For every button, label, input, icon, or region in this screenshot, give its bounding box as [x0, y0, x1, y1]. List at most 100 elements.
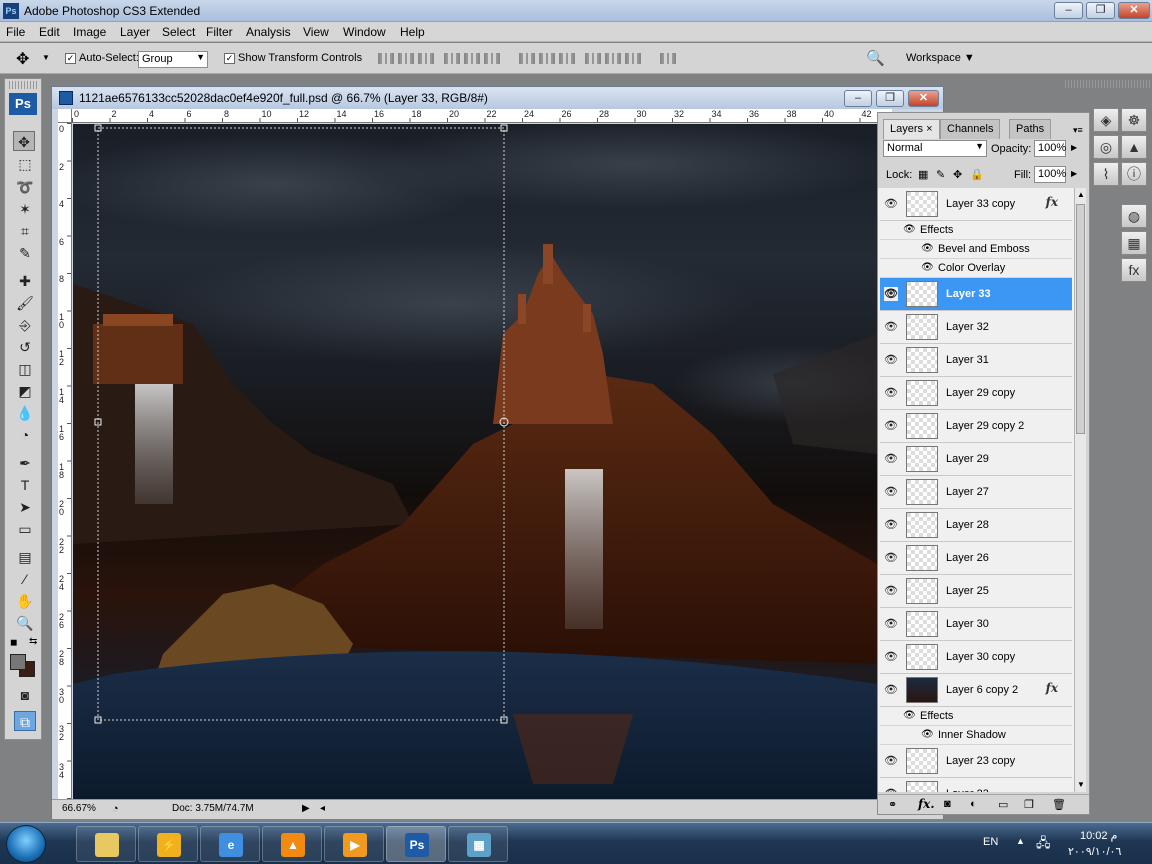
zoom-level[interactable]: 66.67%: [62, 803, 96, 814]
layer-row[interactable]: 👁 Layer 33 copy fx: [880, 188, 1072, 221]
dodge-tool[interactable]: ◔: [14, 425, 36, 445]
slice-tool[interactable]: ✎: [14, 243, 36, 263]
layers-dock-icon[interactable]: ◈: [1093, 108, 1119, 132]
ruler-origin[interactable]: [58, 109, 72, 123]
tool-preset-arrow-icon[interactable]: ▼: [42, 53, 50, 62]
layer-row[interactable]: 👁 Layer 23: [880, 778, 1072, 792]
panel-menu-icon[interactable]: ▾≡: [1073, 125, 1083, 136]
workspace-menu[interactable]: Workspace ▼: [906, 52, 975, 64]
align-top-icon[interactable]: [378, 53, 394, 64]
magic-wand-tool[interactable]: ✶: [14, 199, 36, 219]
pen-tool[interactable]: ✒: [14, 453, 36, 473]
horizontal-ruler[interactable]: 0 2 4 6 8 10 12 14 16 18 20 22 24 26 28 30 32 34 36 38 40 42: [72, 109, 892, 123]
fill-field[interactable]: 100%: [1034, 166, 1066, 183]
menu-analysis[interactable]: Analysis: [246, 25, 291, 39]
eye-icon[interactable]: 👁: [884, 320, 898, 334]
tab-channels[interactable]: Channels: [940, 119, 1001, 139]
layer-row[interactable]: 👁 Layer 28: [880, 509, 1072, 542]
move-tool-icon[interactable]: ✥: [16, 49, 29, 69]
layer-row[interactable]: 👁 Layer 6 copy 2 fx: [880, 674, 1072, 707]
paint-bucket-tool[interactable]: ◩: [14, 381, 36, 401]
tab-paths[interactable]: Paths: [1009, 119, 1052, 139]
show-transform-checkbox[interactable]: ✓: [224, 53, 235, 64]
auto-align-icon[interactable]: [660, 53, 676, 64]
layer-row[interactable]: 👁 Layer 29: [880, 443, 1072, 476]
vertical-ruler[interactable]: 0 2 4 6 8 1 0 1 2 1 4 1 6 1 8 2 0 2 2 2 4 2 6 2 8 3 0 3 …: [58, 123, 72, 799]
quick-mask-icon[interactable]: ◙: [14, 685, 36, 705]
maximize-button[interactable]: ❐: [1086, 2, 1115, 19]
image-canvas[interactable]: [73, 124, 877, 799]
menu-view[interactable]: View: [303, 25, 329, 39]
distribute-left-icon[interactable]: [585, 53, 601, 64]
taskbar-picture-viewer[interactable]: ▦: [448, 826, 508, 862]
color-dock-icon[interactable]: ◍: [1121, 204, 1147, 228]
align-hcenter-icon[interactable]: [464, 53, 480, 64]
ps-logo[interactable]: Ps: [9, 93, 37, 115]
zoom-tool[interactable]: 🔍: [14, 613, 36, 633]
opacity-field[interactable]: 100%: [1034, 140, 1066, 157]
lock-transparency-icon[interactable]: ▦: [918, 168, 928, 181]
menu-help[interactable]: Help: [400, 25, 425, 39]
styles-dock-icon[interactable]: fx: [1121, 258, 1147, 282]
crop-tool[interactable]: ⌗: [14, 221, 36, 241]
network-icon[interactable]: 🖧: [1036, 834, 1051, 856]
eye-icon[interactable]: 👁: [884, 353, 898, 367]
distribute-right-icon[interactable]: [625, 53, 641, 64]
auto-select-dropdown[interactable]: Group ▼: [138, 51, 208, 68]
info-dock-icon[interactable]: ⓘ: [1121, 162, 1147, 186]
lock-pixels-icon[interactable]: ✎: [936, 168, 945, 181]
eye-icon[interactable]: 👁: [884, 287, 898, 301]
taskbar-media-player[interactable]: ▶: [324, 826, 384, 862]
tab-layers[interactable]: Layers ×: [883, 119, 940, 139]
align-left-icon[interactable]: [444, 53, 460, 64]
hand-tool[interactable]: ✋: [14, 591, 36, 611]
trash-icon[interactable]: 🗑: [1052, 798, 1066, 811]
hscroll-left-icon[interactable]: ◂: [320, 803, 325, 814]
opacity-arrow-icon[interactable]: ▶: [1071, 143, 1077, 152]
eye-icon[interactable]: 👁: [921, 729, 934, 740]
distribute-bottom-icon[interactable]: [559, 53, 575, 64]
palette-grip[interactable]: [9, 81, 37, 89]
lock-all-icon[interactable]: 🔒: [970, 168, 984, 181]
distribute-vcenter-icon[interactable]: [539, 53, 555, 64]
effect-row[interactable]: 👁 Color Overlay: [880, 259, 1072, 278]
healing-brush-tool[interactable]: ✚: [14, 271, 36, 291]
layer-row[interactable]: 👁 Layer 30 copy: [880, 641, 1072, 674]
clone-stamp-tool[interactable]: ⎆: [14, 315, 36, 335]
layer-row[interactable]: 👁 Layer 32: [880, 311, 1072, 344]
menu-window[interactable]: Window: [343, 25, 386, 39]
eye-icon[interactable]: 👁: [884, 386, 898, 400]
lock-position-icon[interactable]: ✥: [953, 168, 962, 181]
brush-tool[interactable]: 🖌: [14, 293, 36, 313]
foreground-color-swatch[interactable]: [10, 654, 26, 670]
eye-icon[interactable]: 👁: [884, 584, 898, 598]
close-button[interactable]: ✕: [1118, 2, 1150, 19]
menu-image[interactable]: Image: [73, 25, 106, 39]
blend-mode-dropdown[interactable]: Normal ▼: [883, 140, 987, 157]
doc-minimize-button[interactable]: –: [844, 90, 872, 107]
taskbar-explorer[interactable]: [76, 826, 136, 862]
swap-colors-icon[interactable]: ⇆: [29, 636, 37, 647]
eye-icon[interactable]: 👁: [884, 452, 898, 466]
move-tool[interactable]: ✥: [13, 131, 35, 151]
menu-select[interactable]: Select: [162, 25, 195, 39]
fx-icon[interactable]: fx: [1046, 195, 1058, 209]
distribute-top-icon[interactable]: [519, 53, 535, 64]
eyedropper-tool[interactable]: ⁄: [14, 569, 36, 589]
histogram-dock-icon[interactable]: ▲: [1121, 135, 1147, 159]
notes-tool[interactable]: ▤: [14, 547, 36, 567]
eye-icon[interactable]: 👁: [921, 243, 934, 254]
eraser-tool[interactable]: ◫: [14, 359, 36, 379]
clock-date[interactable]: ٢٠٠٩/١٠/٠٦: [1068, 845, 1121, 858]
fx-icon[interactable]: fx: [1046, 681, 1058, 695]
menu-filter[interactable]: Filter: [206, 25, 233, 39]
lasso-tool[interactable]: ➰: [14, 177, 36, 197]
menu-file[interactable]: File: [6, 25, 25, 39]
eye-icon[interactable]: 👁: [903, 224, 916, 235]
fx-icon[interactable]: fx.: [918, 797, 935, 811]
eye-icon[interactable]: 👁: [884, 485, 898, 499]
bridge-icon[interactable]: 🔍: [866, 49, 885, 67]
menu-edit[interactable]: Edit: [39, 25, 60, 39]
path-selection-tool[interactable]: ➤: [14, 497, 36, 517]
shape-tool[interactable]: ▭: [14, 519, 36, 539]
